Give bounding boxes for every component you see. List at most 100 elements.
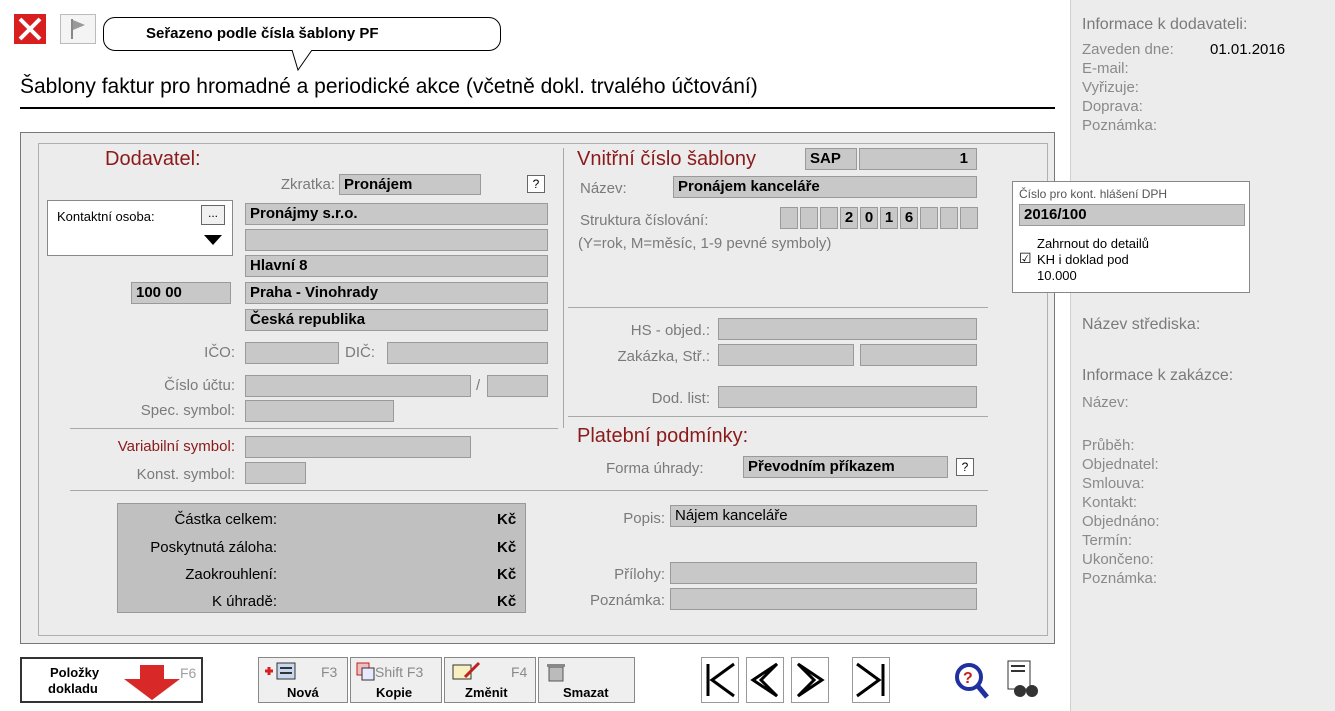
struct-cell[interactable] xyxy=(920,207,938,229)
account-field[interactable] xyxy=(245,375,471,397)
account-label: Číslo účtu: xyxy=(164,377,235,394)
side-objednano-label: Objednáno: xyxy=(1082,513,1160,530)
zakazka-field[interactable] xyxy=(718,344,854,366)
side-supplier-heading: Informace k dodavateli: xyxy=(1082,16,1248,33)
struct-cell[interactable]: 6 xyxy=(900,207,918,229)
vat-popup: Číslo pro kont. hlášení DPH 2016/100 Zah… xyxy=(1012,181,1250,293)
contact-button[interactable]: ... xyxy=(201,205,225,225)
template-prefix-field[interactable]: SAP xyxy=(805,148,857,170)
side-poznamka2-label: Poznámka: xyxy=(1082,570,1158,587)
side-vyrizuje-label: Vyřizuje: xyxy=(1082,79,1139,96)
new-button[interactable]: F3 Nová xyxy=(258,657,348,703)
poznamka-label: Poznámka: xyxy=(589,592,665,609)
close-icon xyxy=(18,17,42,41)
street-field[interactable]: Hlavní 8 xyxy=(245,255,548,277)
edit-icon xyxy=(452,661,481,680)
hs-field[interactable] xyxy=(718,318,977,340)
total-label: Částka celkem: xyxy=(174,511,277,528)
contact-dropdown-icon[interactable] xyxy=(203,234,223,246)
poznamka-field[interactable] xyxy=(670,588,977,610)
ico-field[interactable] xyxy=(245,342,339,364)
var-label: Variabilní symbol: xyxy=(117,438,235,455)
rounding-currency: Kč xyxy=(497,566,517,583)
copy-button[interactable]: Shift F3 Kopie xyxy=(350,657,442,703)
zip-field[interactable]: 100 00 xyxy=(131,282,231,304)
copy-icon xyxy=(356,662,375,681)
side-ukonceno-label: Ukončeno: xyxy=(1082,551,1154,568)
side-smlouva-label: Smlouva: xyxy=(1082,475,1145,492)
prilohy-label: Přílohy: xyxy=(614,566,665,583)
vat-number-field[interactable]: 2016/100 xyxy=(1019,204,1245,226)
search-button[interactable]: ? xyxy=(951,657,991,703)
struct-cell[interactable]: 0 xyxy=(860,207,878,229)
abbr-label: Zkratka: xyxy=(280,176,335,193)
struct-cell[interactable] xyxy=(780,207,798,229)
popis-field[interactable]: Nájem kanceláře xyxy=(670,505,977,527)
edit-button[interactable]: F4 Změnit xyxy=(444,657,536,703)
template-number-field[interactable]: 1 xyxy=(859,148,977,170)
dodlist-field[interactable] xyxy=(718,386,977,408)
tooltip-pointer xyxy=(291,50,313,72)
zakazka-label: Zakázka, Stř.: xyxy=(617,348,710,365)
arrow-down-icon xyxy=(124,665,180,700)
dic-field[interactable] xyxy=(387,342,548,364)
items-label-1: Položky xyxy=(50,665,100,680)
supplier-vdivider xyxy=(563,148,564,428)
first-record-icon xyxy=(706,662,735,698)
popis-label: Popis: xyxy=(623,510,665,527)
struct-cell[interactable] xyxy=(800,207,818,229)
new-key: F3 xyxy=(321,664,338,680)
next-record-icon xyxy=(796,662,825,698)
account-sep: / xyxy=(476,377,481,394)
sort-tooltip: Seřazeno podle čísla šablony PF xyxy=(103,17,501,51)
nav-next-button[interactable] xyxy=(791,657,829,703)
city-field[interactable]: Praha - Vinohrady xyxy=(245,282,548,304)
side-email-label: E-mail: xyxy=(1082,60,1129,77)
vat-include-checkbox[interactable]: ☑ xyxy=(1019,250,1032,267)
konst-field[interactable] xyxy=(245,462,306,484)
konst-divider xyxy=(70,490,988,491)
side-order-heading: Informace k zakázce: xyxy=(1082,367,1234,384)
bank-code-field[interactable] xyxy=(487,375,548,397)
abbr-field[interactable]: Pronájem xyxy=(339,174,481,195)
side-nazev-label: Název: xyxy=(1082,394,1129,411)
forma-help-button[interactable]: ? xyxy=(956,458,974,476)
side-poznamka-label: Poznámka: xyxy=(1082,117,1158,134)
name1-field[interactable]: Pronájmy s.r.o. xyxy=(245,203,548,225)
nav-last-button[interactable] xyxy=(852,657,890,703)
trash-icon xyxy=(547,664,565,682)
rounding-label: Zaokrouhlení: xyxy=(185,566,277,583)
struct-hint: (Y=rok, M=měsíc, 1-9 pevné symboly) xyxy=(578,235,832,252)
struct-cell[interactable] xyxy=(940,207,958,229)
abbr-help-button[interactable]: ? xyxy=(527,175,545,193)
struct-cell[interactable]: 1 xyxy=(880,207,898,229)
stredisko-field[interactable] xyxy=(860,344,977,366)
page-title: Šablony faktur pro hromadné a periodické… xyxy=(20,75,758,98)
konst-label: Konst. symbol: xyxy=(136,466,235,483)
struct-cell[interactable] xyxy=(960,207,978,229)
side-divider-1 xyxy=(1070,0,1071,711)
prilohy-field[interactable] xyxy=(670,562,977,584)
var-field[interactable] xyxy=(245,436,471,458)
payment-heading: Platební podmínky: xyxy=(577,425,749,447)
delete-button[interactable]: Smazat xyxy=(538,657,635,703)
items-button[interactable]: Položky dokladu F6 xyxy=(20,657,203,703)
spec-field[interactable] xyxy=(245,400,394,422)
flag-button[interactable] xyxy=(60,14,96,44)
struct-cell[interactable] xyxy=(820,207,838,229)
side-prubeh-label: Průběh: xyxy=(1082,437,1135,454)
forma-field[interactable]: Převodním příkazem xyxy=(743,456,948,478)
nav-first-button[interactable] xyxy=(701,657,739,703)
country-field[interactable]: Česká republika xyxy=(245,309,548,331)
browse-button[interactable] xyxy=(1002,657,1042,703)
forma-label: Forma úhrady: xyxy=(606,460,704,477)
close-button[interactable] xyxy=(14,14,46,44)
name2-field[interactable] xyxy=(245,229,548,251)
nav-prev-button[interactable] xyxy=(746,657,784,703)
dic-label: DIČ: xyxy=(345,344,375,361)
struct-cell[interactable]: 2 xyxy=(840,207,858,229)
topay-currency: Kč xyxy=(497,593,517,610)
template-name-field[interactable]: Pronájem kanceláře xyxy=(673,176,977,198)
prev-record-icon xyxy=(750,662,779,698)
supplier-heading: Dodavatel: xyxy=(105,148,201,170)
